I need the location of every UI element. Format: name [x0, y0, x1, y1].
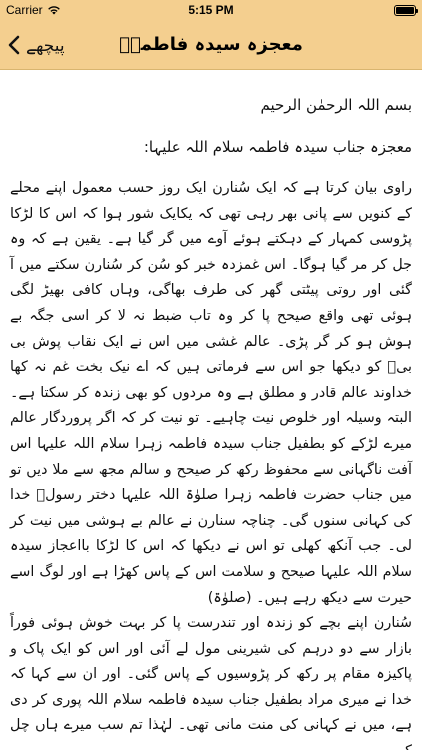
page-title: معجزہ سیدہ فاطمہؑ	[119, 34, 303, 55]
wifi-icon	[47, 6, 60, 15]
status-bar: Carrier 5:15 PM	[0, 0, 422, 20]
back-label: پیچھے	[26, 35, 65, 56]
carrier-label: Carrier	[6, 3, 43, 17]
status-right	[394, 4, 418, 16]
content-scroll-view[interactable]: بسم اللہ الرحمٰن الرحیم معجزہ جناب سیدہ …	[0, 70, 422, 750]
status-left: Carrier	[6, 3, 61, 17]
navigation-bar: پیچھے معجزہ سیدہ فاطمہؑ	[0, 20, 422, 70]
back-button[interactable]: پیچھے	[8, 20, 65, 70]
battery-icon	[394, 4, 418, 16]
bismillah-text: بسم اللہ الرحمٰن الرحیم	[260, 96, 412, 114]
article-heading: معجزہ جناب سیدہ فاطمہ سلام اللہ علیہا:	[143, 138, 412, 156]
battery-cap	[416, 8, 418, 13]
battery-fill	[396, 6, 414, 14]
article-body: راوی بیان کرتا ہے کہ ایک سُنارن ایک روز …	[10, 180, 412, 750]
chevron-left-icon	[8, 35, 20, 55]
status-time: 5:15 PM	[188, 3, 234, 17]
